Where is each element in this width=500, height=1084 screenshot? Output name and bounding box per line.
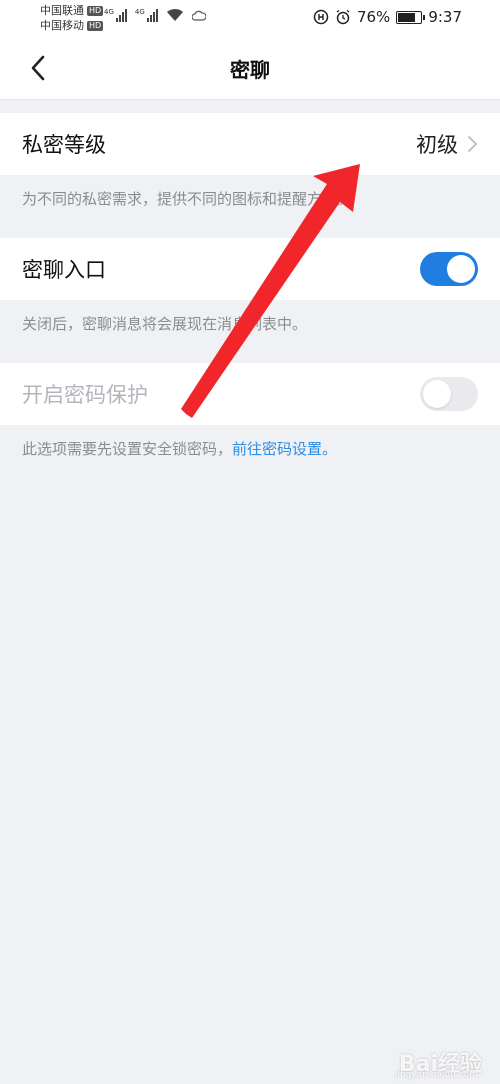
navigation-bar: 密聊	[0, 36, 500, 100]
alarm-icon	[336, 9, 350, 25]
battery-icon	[396, 10, 426, 24]
clock-time: 9:37	[428, 8, 462, 26]
password-protection-note: 此选项需要先设置安全锁密码，	[22, 440, 233, 458]
wifi-icon	[166, 8, 183, 21]
password-settings-link[interactable]: 前往密码设置。	[232, 440, 337, 458]
signal-strength-icon: 4G	[104, 8, 127, 22]
privacy-level-value: 初级	[416, 133, 458, 157]
status-right: 76% 9:37	[313, 8, 462, 26]
signal-strength-icon: 4G	[135, 8, 158, 22]
screen: 中国联通 HD 中国移动 HD 4G 4G 76% 9:37 密聊 私密等级 初…	[0, 0, 500, 1084]
chevron-right-icon	[468, 136, 478, 152]
privacy-level-description: 为不同的私密需求，提供不同的图标和提醒方式。	[22, 190, 353, 208]
hd-badge: HD	[87, 5, 104, 16]
page-title: 密聊	[230, 58, 270, 82]
secret-chat-entry-description: 关闭后，密聊消息将会展现在消息列表中。	[22, 315, 308, 333]
privacy-level-row[interactable]: 私密等级 初级	[0, 113, 500, 175]
secret-chat-entry-toggle[interactable]	[420, 252, 478, 286]
toggle-knob	[447, 255, 475, 283]
privacy-level-label: 私密等级	[22, 133, 106, 157]
data-saver-icon	[313, 9, 329, 25]
password-protection-row: 开启密码保护	[0, 363, 500, 425]
password-protection-label: 开启密码保护	[22, 383, 148, 407]
battery-level-fill	[398, 12, 416, 22]
password-protection-toggle[interactable]	[420, 377, 478, 411]
signal-indicators: 4G 4G	[104, 8, 206, 22]
watermark-sub: jingyan.baidu.com	[394, 1070, 478, 1080]
status-bar: 中国联通 HD 中国移动 HD 4G 4G 76% 9:37	[0, 0, 500, 36]
carrier-2-label: 中国移动	[40, 19, 84, 32]
password-protection-description: 此选项需要先设置安全锁密码，前往密码设置。	[22, 438, 337, 459]
cloud-icon	[191, 10, 206, 21]
secret-chat-entry-label: 密聊入口	[22, 258, 106, 282]
carrier-info: 中国联通 HD 中国移动 HD	[40, 3, 104, 33]
battery-percent: 76%	[356, 8, 391, 26]
baidu-jingyan-watermark: Bai经验 jingyan.baidu.com	[395, 1046, 482, 1080]
network-type-label: 4G	[104, 8, 114, 16]
network-type-label: 4G	[134, 8, 145, 16]
carrier-1-label: 中国联通	[40, 4, 84, 17]
toggle-knob	[423, 380, 451, 408]
secret-chat-entry-row: 密聊入口	[0, 238, 500, 300]
hd-badge: HD	[87, 20, 104, 31]
